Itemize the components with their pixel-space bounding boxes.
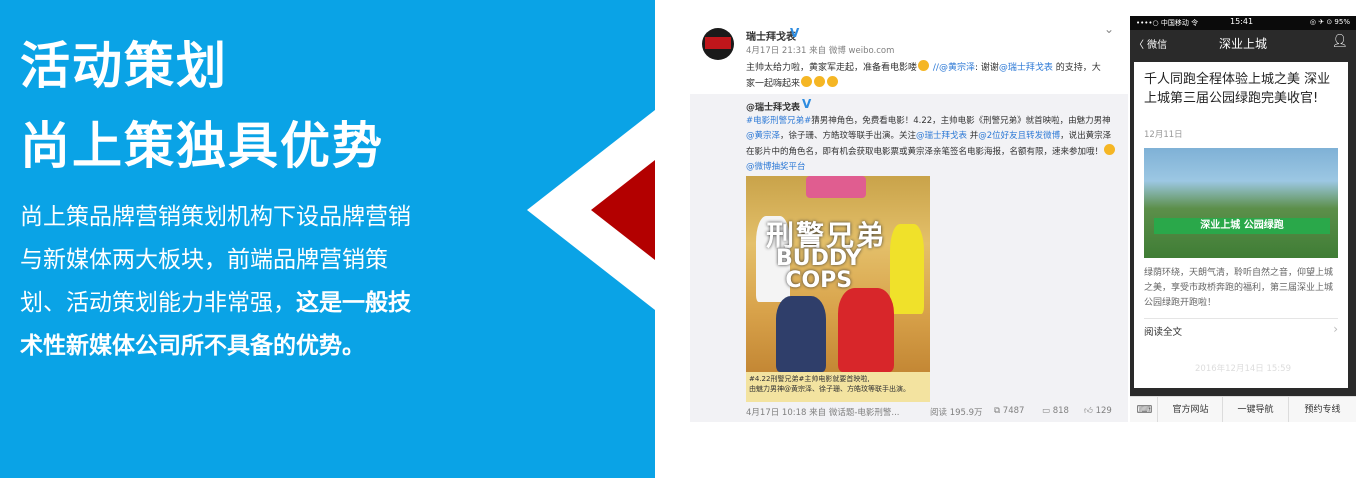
wechat-nav-bar: 〈 微信 深业上城 👤︎	[1130, 30, 1356, 58]
headline-line1: 活动策划	[20, 37, 228, 95]
poster-figure	[776, 296, 826, 372]
comment-icon: ▭	[1042, 406, 1053, 416]
chevron-down-icon[interactable]: ⌄	[1104, 22, 1114, 36]
clock: 15:41	[1230, 17, 1254, 26]
comment-count: 818	[1052, 406, 1069, 416]
article-card[interactable]: 千人同跑全程体验上城之美 深业上城第三届公园绿跑完美收官! 12月11日 深业上…	[1134, 62, 1348, 388]
post-meta: 4月17日 21:31 来自 微博 weibo.com	[746, 46, 895, 56]
thumbs-up-icon	[918, 60, 930, 71]
like-action[interactable]: 👍︎ 129	[1084, 406, 1112, 416]
weibo-post-header: 瑞士拜戈表 V 4月17日 21:31 来自 微博 weibo.com ⌄ 主帅…	[690, 16, 1128, 94]
article-date: 12月11日	[1144, 130, 1183, 140]
headline-line2: 尚上策独具优势	[20, 117, 384, 175]
mention-link[interactable]: @黄宗泽	[939, 63, 975, 73]
person-icon[interactable]: 👤︎	[1331, 34, 1348, 49]
menu-item-booking[interactable]: 预约专线	[1289, 397, 1356, 422]
mention-link[interactable]: @黄宗泽	[746, 131, 780, 141]
account-title: 深业上城	[1218, 37, 1267, 51]
repost-count: 7487	[1002, 406, 1025, 416]
chevron-right-icon: ›	[1333, 322, 1338, 336]
emoji-icon	[1104, 144, 1116, 155]
post-text-1: 主帅太给力啦，黄家军走起，准备看电影喽	[746, 63, 918, 73]
laugh-emoji-icon	[814, 76, 826, 87]
menu-item-navigation[interactable]: 一键导航	[1223, 397, 1289, 422]
poster-title-en-2: COPS	[785, 268, 853, 293]
repost-text-2: ，徐子珊、方皓玟等联手出演。关注	[780, 131, 917, 141]
poster-title-en-1: BUDDY	[776, 246, 862, 271]
brand-logo	[705, 37, 731, 49]
movie-poster-image[interactable]: 刑警兄弟 BUDDY COPS #4.22刑警兄弟#主帅电影就要首映啦, 由魅力男…	[746, 176, 930, 402]
post-text: 主帅太给力啦，黄家军走起，准备看电影喽 //@黄宗泽: 谢谢@瑞士拜戈表 的支持…	[746, 60, 1106, 92]
laugh-emoji-icon	[801, 76, 813, 87]
poster-caption-1: #4.22刑警兄弟#主帅电影就要首映啦,	[749, 375, 870, 383]
reposted-weibo: @瑞士拜戈表 V #电影刑警兄弟#猜男神角色，免费看电影！4.22，主帅电影《刑…	[690, 94, 1128, 422]
mention-link[interactable]: @瑞士拜戈表	[999, 63, 1053, 73]
poster-figure	[838, 288, 894, 372]
repost-icon: ⧉	[994, 406, 1003, 416]
article-title: 千人同跑全程体验上城之美 深业上城第三届公园绿跑完美收官!	[1144, 72, 1331, 106]
repost-text-1: 猜男神角色，免费看电影！4.22，主帅电影《刑警兄弟》就首映啦，由魅力男神	[811, 116, 1111, 126]
poster-caption-2: 由魅力男神@黄宗泽、徐子珊、方皓玟等联手出演。	[749, 385, 910, 393]
repost-action[interactable]: ⧉ 7487	[994, 406, 1024, 416]
poster-figure	[806, 176, 866, 198]
message-timestamp: 2016年12月14日 15:59	[1195, 364, 1291, 374]
mention-link[interactable]: @瑞士拜戈表	[916, 131, 967, 141]
red-arrow-triangle	[591, 160, 655, 260]
repost-time: 4月17日 10:18 来自 微话题-电影刑警...	[746, 408, 900, 418]
article-description: 绿荫环绕，天朗气清，聆听自然之音，仰望上城之美，享受市政桥奔跑的福利，第三届深业…	[1144, 268, 1334, 308]
hashtag-link[interactable]: #电影刑警兄弟#	[746, 116, 811, 126]
keyboard-icon[interactable]: ⌨	[1132, 397, 1158, 422]
repost-account-name[interactable]: @瑞士拜戈表	[746, 100, 800, 113]
avatar[interactable]	[702, 28, 734, 60]
comment-action[interactable]: ▭ 818	[1042, 406, 1069, 416]
laugh-emoji-icon	[827, 76, 839, 87]
verified-icon: V	[802, 97, 812, 111]
poster-figure	[890, 224, 924, 314]
read-count: 阅读 195.9万	[930, 408, 983, 418]
poster-caption: #4.22刑警兄弟#主帅电影就要首映啦, 由魅力男神@黄宗泽、徐子珊、方皓玟等联…	[746, 372, 930, 402]
lottery-link[interactable]: @微博抽奖平台	[746, 162, 806, 172]
poster-title-en: BUDDY COPS	[776, 248, 862, 292]
bottom-menu: ⌨ 官方网站 一键导航 预约专线	[1130, 396, 1356, 422]
post-text-2: //	[930, 63, 939, 73]
carrier-signal: ••••○ 中国移动 令	[1136, 19, 1199, 27]
article-cover-image: 深业上城 公园绿跑	[1144, 148, 1338, 258]
battery-status: ◎ ✈ ⊙ 95%	[1309, 18, 1350, 26]
thumbs-up-icon: 👍︎	[1084, 406, 1096, 416]
divider	[1144, 318, 1338, 319]
slide: 活动策划 尚上策独具优势 尚上策品牌营销策划机构下设品牌营销与新媒体两大板块，前…	[0, 0, 1362, 478]
weibo-post-screenshot: 瑞士拜戈表 V 4月17日 21:31 来自 微博 weibo.com ⌄ 主帅…	[690, 16, 1128, 422]
repost-text-3: 并	[967, 131, 979, 141]
account-name[interactable]: 瑞士拜戈表	[746, 28, 796, 43]
wechat-phone-screenshot: ••••○ 中国移动 令 15:41 ◎ ✈ ⊙ 95% 〈 微信 深业上城 👤…	[1130, 16, 1356, 422]
description-text: 尚上策品牌营销策划机构下设品牌营销与新媒体两大板块，前端品牌营销策划、活动策划能…	[20, 196, 420, 368]
read-full-link[interactable]: 阅读全文	[1144, 324, 1182, 338]
verified-icon: V	[790, 26, 800, 40]
mention-link[interactable]: @2位好友且转发微博	[978, 131, 1060, 141]
repost-text: #电影刑警兄弟#猜男神角色，免费看电影！4.22，主帅电影《刑警兄弟》就首映啦，…	[746, 114, 1118, 175]
post-text-3: : 谢谢	[974, 63, 999, 73]
like-count: 129	[1095, 406, 1112, 416]
event-banner: 深业上城 公园绿跑	[1154, 218, 1330, 234]
status-bar: ••••○ 中国移动 令 15:41 ◎ ✈ ⊙ 95%	[1130, 16, 1356, 30]
menu-item-website[interactable]: 官方网站	[1159, 397, 1223, 422]
